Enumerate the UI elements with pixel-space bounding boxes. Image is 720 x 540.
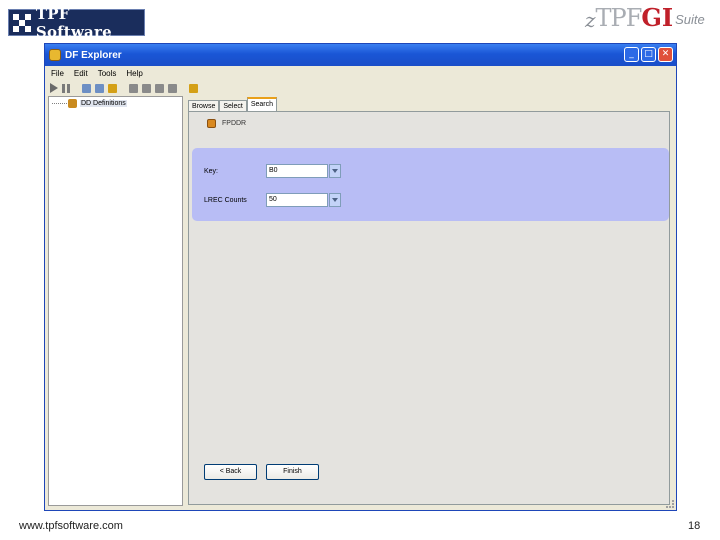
chevron-down-icon (332, 198, 338, 202)
key-combobox[interactable]: B0 (266, 164, 328, 178)
step-icon[interactable] (142, 83, 151, 93)
database-icon (68, 99, 77, 108)
page-number: 18 (688, 520, 701, 532)
play-icon[interactable] (50, 83, 58, 93)
minimize-button[interactable]: _ (624, 47, 639, 62)
section-header: FPDDR (207, 119, 246, 128)
branch-icon[interactable] (95, 83, 104, 93)
tab-search[interactable]: Search (246, 97, 277, 112)
search-form: Key: B0 LREC Counts 50 (192, 148, 669, 221)
key-label: Key: (204, 167, 219, 175)
finish-button[interactable]: Finish (266, 464, 319, 480)
df-explorer-window: DF Explorer _ □ ✕ File Edit Tools Help D… (44, 43, 677, 511)
footer-url: www.tpfsoftware.com (19, 520, 123, 532)
square-icon[interactable] (168, 83, 177, 93)
resize-grip[interactable] (666, 500, 674, 508)
close-button[interactable]: ✕ (658, 47, 673, 62)
ztpfgi-suite-logo: z TPF GI Suite (585, 2, 705, 32)
lrec-counts-combobox[interactable]: 50 (266, 193, 328, 207)
chevron-down-icon (332, 169, 338, 173)
menu-file[interactable]: File (51, 69, 64, 78)
key-row: Key: B0 (204, 164, 341, 178)
paste-icon[interactable] (108, 83, 117, 93)
tree-connector (52, 103, 67, 104)
tpf-logo-mark-icon (13, 13, 31, 32)
tree-panel: DD Definitions (48, 96, 183, 506)
menu-tools[interactable]: Tools (98, 69, 117, 78)
wrench-icon[interactable] (189, 83, 198, 93)
tree-item-dd-definitions[interactable]: DD Definitions (52, 99, 182, 108)
tree-item-label: DD Definitions (80, 100, 127, 107)
copy-icon[interactable] (82, 83, 91, 93)
search-tab-content: FPDDR Key: B0 LREC Counts 50 < Back Fini… (188, 111, 670, 505)
tpf-software-logo: TPF Software (8, 5, 145, 41)
pause-icon[interactable] (62, 83, 70, 93)
menu-edit[interactable]: Edit (74, 69, 88, 78)
record-icon (207, 119, 216, 128)
title-bar[interactable]: DF Explorer _ □ ✕ (45, 44, 676, 66)
stop-icon[interactable] (129, 83, 138, 93)
logo-text: TPF Software (35, 4, 112, 41)
menu-bar: File Edit Tools Help (45, 66, 676, 80)
key-dropdown-button[interactable] (329, 164, 341, 178)
tab-bar: Browse Select Search (188, 97, 277, 112)
brand-gi: GI (641, 3, 674, 32)
menu-help[interactable]: Help (126, 69, 142, 78)
brand-z: z (585, 8, 596, 32)
cut-icon[interactable] (155, 83, 164, 93)
lrec-counts-label: LREC Counts (204, 196, 247, 204)
window-title: DF Explorer (65, 49, 122, 61)
lrec-dropdown-button[interactable] (329, 193, 341, 207)
brand-tpf: TPF (595, 4, 643, 32)
section-title: FPDDR (222, 120, 247, 127)
back-button[interactable]: < Back (204, 464, 257, 480)
toolbar (45, 80, 676, 96)
app-icon (49, 49, 61, 61)
content-panel: Browse Select Search FPDDR Key: B0 LREC … (186, 96, 672, 506)
maximize-button[interactable]: □ (641, 47, 656, 62)
brand-suite: Suite (675, 12, 705, 27)
lrec-row: LREC Counts 50 (204, 193, 341, 207)
